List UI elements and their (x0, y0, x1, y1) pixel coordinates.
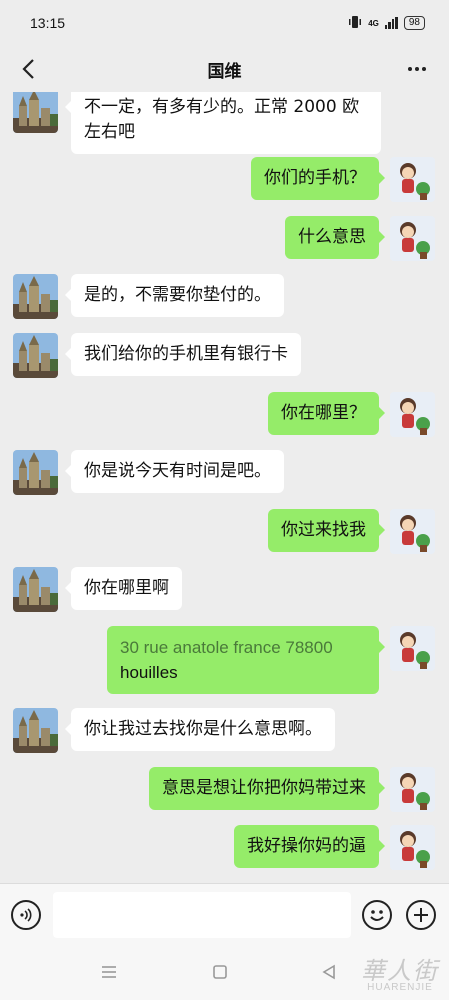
my-avatar[interactable] (390, 509, 435, 554)
message-bubble[interactable]: 不一定，有多有少的。正常 2000 欧左右吧 (65, 92, 381, 154)
chat-header: 国维 (0, 46, 449, 92)
contact-avatar[interactable] (13, 92, 58, 133)
menu-icon[interactable] (98, 961, 120, 983)
message-bubble[interactable]: 你在哪里？ (268, 392, 385, 435)
battery-indicator: 98 (403, 16, 425, 30)
watermark: 華人街 HUARENJIE (361, 951, 439, 993)
emoji-icon[interactable] (362, 900, 392, 930)
my-avatar[interactable] (390, 626, 435, 671)
message-bubble[interactable]: 什么意思 (285, 216, 385, 259)
contact-avatar[interactable] (13, 708, 58, 753)
message-bubble[interactable]: 你过来找我 (268, 509, 385, 552)
status-time: 13:15 (30, 15, 66, 31)
vibrate-icon (348, 15, 362, 32)
message-bubble[interactable]: 我们给你的手机里有银行卡 (65, 333, 301, 376)
chat-title: 国维 (207, 61, 242, 82)
message-input[interactable] (53, 892, 351, 938)
plus-icon[interactable] (406, 900, 436, 930)
my-avatar[interactable] (390, 392, 435, 437)
my-avatar[interactable] (390, 767, 435, 812)
message-bubble[interactable]: 你们的手机？ (251, 157, 385, 200)
status-bar: 13:15 4G 98 (0, 0, 449, 46)
message-bubble[interactable]: 是的，不需要你垫付的。 (65, 274, 284, 317)
message-bubble[interactable]: 意思是想让你把你妈带过来 (149, 767, 385, 810)
address-city: houilles (120, 663, 178, 682)
status-icons: 4G 98 (348, 15, 425, 32)
watermark-en: HUARENJIE (367, 982, 433, 993)
message-bubble[interactable]: 你在哪里啊 (65, 567, 182, 610)
input-bar (0, 883, 449, 945)
more-dots-icon[interactable] (403, 55, 431, 83)
network-label: 4G (368, 18, 379, 28)
contact-avatar[interactable] (13, 450, 58, 495)
back-arrow-icon[interactable] (14, 55, 42, 83)
my-avatar[interactable] (390, 216, 435, 261)
message-bubble[interactable]: 你让我过去找你是什么意思啊。 (65, 708, 335, 751)
address-link[interactable]: 30 rue anatole france 78800 (120, 635, 366, 660)
signal-icon (384, 17, 398, 29)
contact-avatar[interactable] (13, 274, 58, 319)
address-bubble[interactable]: 30 rue anatole france 78800 houilles (107, 626, 385, 694)
voice-icon[interactable] (11, 900, 41, 930)
home-icon[interactable] (209, 961, 231, 983)
my-avatar[interactable] (390, 825, 435, 870)
message-bubble[interactable]: 你是说今天有时间是吧。 (65, 450, 284, 493)
contact-avatar[interactable] (13, 333, 58, 378)
back-triangle-icon[interactable] (318, 961, 340, 983)
message-bubble[interactable]: 我好操你妈的逼 (234, 825, 385, 868)
chat-messages[interactable]: 不一定，有多有少的。正常 2000 欧左右吧 你们的手机？ 什么意思 是的，不需… (0, 92, 449, 882)
my-avatar[interactable] (390, 157, 435, 202)
system-nav: 華人街 HUARENJIE (0, 945, 449, 1000)
contact-avatar[interactable] (13, 567, 58, 612)
watermark-cn: 華人街 (361, 957, 439, 985)
